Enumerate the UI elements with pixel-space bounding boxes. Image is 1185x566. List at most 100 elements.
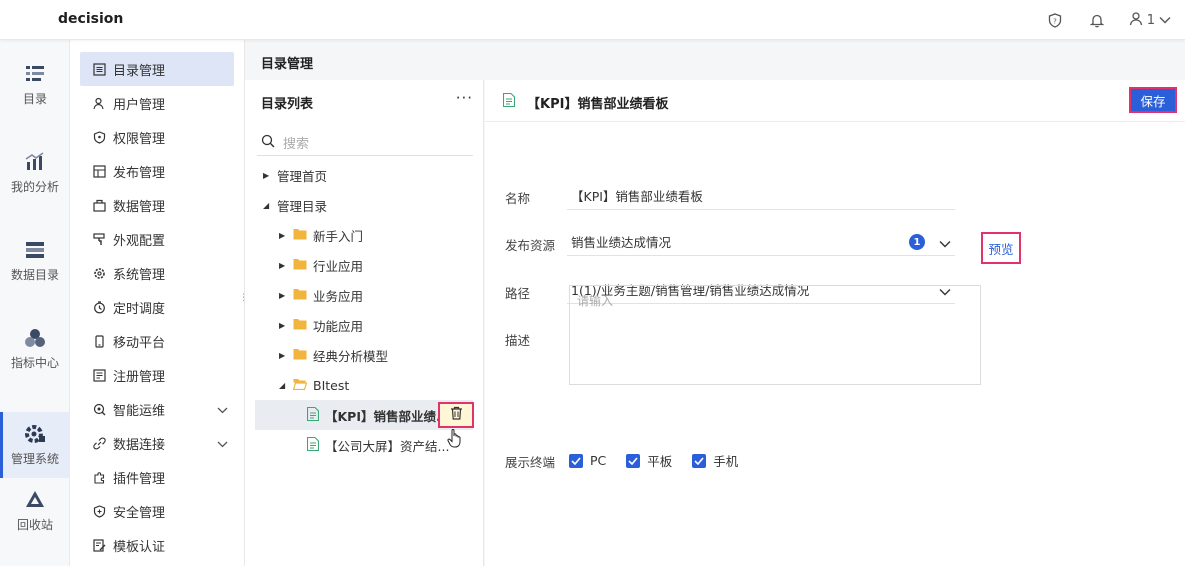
- register-icon: [92, 368, 106, 382]
- nav-item-appearance[interactable]: 外观配置: [80, 222, 234, 256]
- shield-icon: [92, 130, 106, 144]
- tree-node[interactable]: ◢ 管理目录: [263, 190, 327, 220]
- report-icon: [306, 406, 320, 424]
- tree-node-report[interactable]: 【KPI】销售部业绩...: [306, 400, 451, 430]
- folder-icon: [293, 318, 307, 333]
- checkbox-pc[interactable]: PC: [569, 453, 606, 468]
- gear-icon: [92, 266, 106, 280]
- tree-node[interactable]: ▶ 功能应用: [279, 310, 363, 340]
- rail-item-metrics[interactable]: 指标中心: [0, 316, 70, 382]
- checkbox-tablet[interactable]: 平板: [626, 451, 672, 470]
- checkbox-label: 手机: [713, 454, 739, 469]
- paint-icon: [92, 232, 106, 246]
- tree-node-label: 【KPI】销售部业绩...: [325, 408, 451, 424]
- page-title: 目录管理: [261, 57, 314, 72]
- catalog-tree-panel: 目录列表 ··· 搜索 ▶ 管理首页 ◢ 管理目录 ▶ 新手入门 ▶ 行业应用 …: [245, 80, 484, 566]
- nav-item-smart-ops[interactable]: 智能运维: [80, 392, 234, 426]
- open-folder-icon: [292, 378, 308, 393]
- report-icon: [502, 92, 516, 111]
- chevron-down-icon: [939, 236, 951, 251]
- nav-label: 目录管理: [113, 63, 166, 79]
- description-textarea[interactable]: 请输入: [569, 285, 981, 385]
- user-icon: [1129, 11, 1143, 30]
- rail-item-recycle[interactable]: 回收站: [0, 478, 70, 544]
- nav-item-data-management[interactable]: 数据管理: [80, 188, 234, 222]
- bell-icon[interactable]: [1087, 10, 1107, 30]
- nav-label: 数据管理: [113, 199, 166, 215]
- caret-right-icon: ▶: [263, 170, 270, 180]
- tree-node[interactable]: ◢ BItest: [279, 370, 349, 400]
- rail-item-data-catalog[interactable]: 数据目录: [0, 228, 70, 294]
- list-icon: [92, 62, 106, 76]
- nav-label: 智能运维: [113, 403, 166, 419]
- manage-system-icon: [23, 422, 47, 446]
- nav-label: 外观配置: [113, 233, 166, 249]
- nav-label: 插件管理: [113, 471, 166, 487]
- preview-link[interactable]: 预览: [981, 232, 1021, 264]
- catalog-icon: [23, 62, 47, 86]
- nav-label: 用户管理: [113, 97, 166, 113]
- nav-item-security-management[interactable]: 安全管理: [80, 494, 234, 528]
- name-field[interactable]: 【KPI】销售部业绩看板: [567, 182, 955, 210]
- nav-item-plugin-management[interactable]: 插件管理: [80, 460, 234, 494]
- tree-node-label: 功能应用: [313, 318, 364, 334]
- brand-name: decision: [58, 11, 124, 27]
- tree-node[interactable]: ▶ 经典分析模型: [279, 340, 388, 370]
- description-placeholder: 请输入: [577, 294, 614, 308]
- rail-label: 管理系统: [10, 452, 59, 466]
- tree-node-label: 管理目录: [277, 198, 328, 214]
- tree-node[interactable]: ▶ 业务应用: [279, 280, 363, 310]
- caret-right-icon: ▶: [279, 320, 286, 330]
- nav-label: 安全管理: [113, 505, 166, 521]
- tree-node[interactable]: ▶ 新手入门: [279, 220, 363, 250]
- chevron-down-icon: [217, 437, 228, 452]
- timer-icon: [92, 300, 106, 314]
- folder-icon: [293, 228, 307, 243]
- rail-item-analysis[interactable]: 我的分析: [0, 140, 70, 206]
- search-placeholder: 搜索: [283, 137, 310, 152]
- tree-node[interactable]: ▶ 行业应用: [279, 250, 363, 280]
- nav-item-catalog-management[interactable]: 目录管理: [80, 52, 234, 86]
- folder-icon: [293, 288, 307, 303]
- caret-right-icon: ▶: [279, 260, 286, 270]
- caret-right-icon: ▶: [279, 350, 286, 360]
- top-actions: ? 1: [1023, 0, 1171, 40]
- security-icon: [92, 504, 106, 518]
- chevron-down-icon: [217, 403, 228, 418]
- plugin-icon: [92, 470, 106, 484]
- tree-node-report[interactable]: 【公司大屏】资产结...: [306, 430, 449, 460]
- template-icon: [92, 538, 106, 552]
- chevron-down-icon: [1159, 13, 1171, 28]
- rail-item-manage-system[interactable]: 管理系统: [0, 412, 70, 478]
- icon-rail: 目录 我的分析 数据目录 指标中心 管理系统 回收站: [0, 40, 70, 566]
- publish-resource-select[interactable]: 销售业绩达成情况 1: [567, 228, 955, 256]
- tree-node[interactable]: ▶ 管理首页: [263, 160, 327, 190]
- shield-help-icon[interactable]: ?: [1045, 10, 1065, 30]
- tree-node-label: 经典分析模型: [313, 348, 389, 364]
- more-options-icon[interactable]: ···: [456, 89, 473, 107]
- ops-icon: [92, 402, 106, 416]
- nav-item-schedule[interactable]: 定时调度: [80, 290, 234, 324]
- check-icon: [569, 453, 583, 468]
- tree-node-label: BItest: [313, 377, 350, 393]
- nav-item-registration[interactable]: 注册管理: [80, 358, 234, 392]
- nav-item-mobile-platform[interactable]: 移动平台: [80, 324, 234, 358]
- nav-item-template-certification[interactable]: 模板认证: [80, 528, 234, 562]
- nav-item-data-connection[interactable]: 数据连接: [80, 426, 234, 460]
- tree-node-label: 业务应用: [313, 288, 364, 304]
- save-button[interactable]: 保存: [1129, 87, 1177, 113]
- publish-resource-label: 发布资源: [505, 238, 556, 253]
- top-bar: decision ? 1: [0, 0, 1185, 40]
- nav-item-publish-management[interactable]: 发布管理: [80, 154, 234, 188]
- delete-button[interactable]: [438, 402, 474, 428]
- nav-item-system-management[interactable]: 系统管理: [80, 256, 234, 290]
- rail-item-catalog[interactable]: 目录: [0, 52, 70, 118]
- form-header: 【KPI】销售部业绩看板 保存: [485, 80, 1185, 122]
- nav-item-permission-management[interactable]: 权限管理: [80, 120, 234, 154]
- caret-right-icon: ▶: [279, 290, 286, 300]
- tree-node-label: 新手入门: [313, 228, 364, 244]
- tree-search-input[interactable]: 搜索: [257, 130, 473, 156]
- nav-item-user-management[interactable]: 用户管理: [80, 86, 234, 120]
- user-menu[interactable]: 1: [1129, 11, 1171, 30]
- checkbox-phone[interactable]: 手机: [692, 451, 738, 470]
